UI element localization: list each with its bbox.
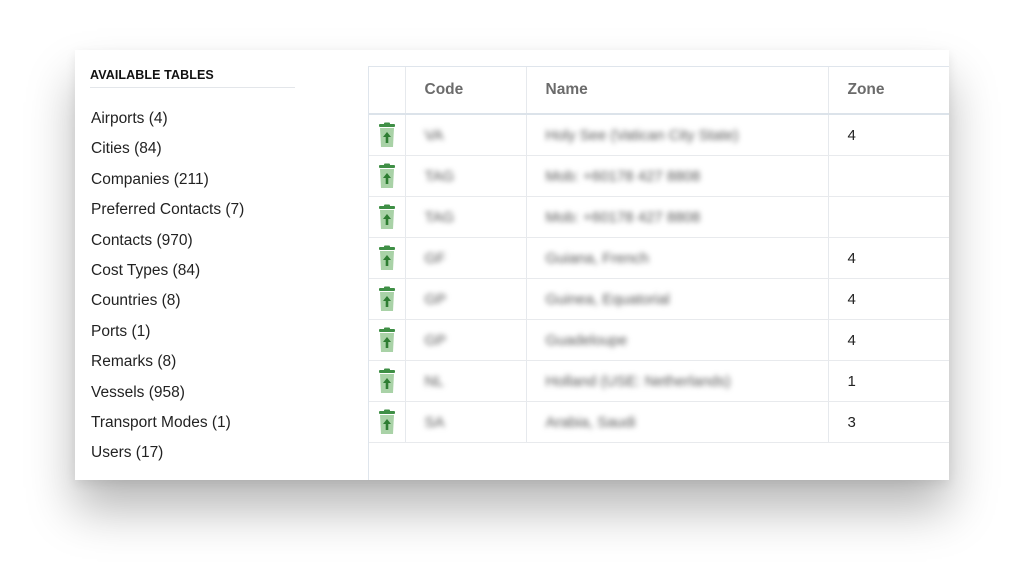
sidebar-item-table[interactable]: Contacts (970) <box>91 226 244 256</box>
zone-value: 4 <box>847 290 856 308</box>
cell-zone <box>828 155 949 197</box>
column-header-code[interactable]: Code <box>405 67 527 115</box>
table-row[interactable]: NL Holland (USE: Netherlands) 1 <box>369 360 949 402</box>
available-tables-sidebar: AVAILABLE TABLES Airports (4) Cities (84)… <box>75 50 368 480</box>
cell-zone: 4 <box>828 278 949 320</box>
column-header-zone[interactable]: Zone <box>828 67 949 115</box>
code-value: GP <box>424 290 447 308</box>
table-row[interactable]: SA Arabia, Saudi 3 <box>369 401 949 443</box>
name-value: Guadeloupe <box>545 331 628 349</box>
tables-panel: AVAILABLE TABLES Airports (4) Cities (84)… <box>75 50 949 480</box>
restore-trash-icon[interactable] <box>376 286 398 312</box>
row-action-cell <box>369 114 406 156</box>
restore-trash-icon[interactable] <box>376 409 398 435</box>
tables-list: Airports (4) Cities (84) Companies (211) Pr… <box>91 104 244 469</box>
cell-name: Mob: +60178 427 8808 <box>526 155 829 197</box>
records-table: Code Name Zone VA Holy See (Vatican City… <box>369 67 949 443</box>
row-action-cell <box>369 237 406 279</box>
table-row[interactable]: GF Guiana, French 4 <box>369 237 949 279</box>
code-value: SA <box>424 413 445 431</box>
data-grid: Code Name Zone VA Holy See (Vatican City… <box>368 66 949 480</box>
cell-code: TAG <box>405 196 527 238</box>
restore-trash-icon[interactable] <box>376 327 398 353</box>
sidebar-item-table[interactable]: Ports (1) <box>91 317 244 347</box>
row-action-cell <box>369 401 406 443</box>
table-row[interactable]: VA Holy See (Vatican City State) 4 <box>369 114 949 156</box>
sidebar-item-table[interactable]: Cities (84) <box>91 134 244 164</box>
cell-code: GF <box>405 237 527 279</box>
zone-value: 4 <box>847 331 856 349</box>
name-value: Arabia, Saudi <box>545 413 636 431</box>
name-value: Holland (USE: Netherlands) <box>545 372 731 390</box>
name-value: Mob: +60178 427 8808 <box>545 208 701 226</box>
table-row[interactable]: GP Guinea, Equatorial 4 <box>369 278 949 320</box>
table-row[interactable]: TAG Mob: +60178 427 8808 <box>369 196 949 238</box>
cell-code: NL <box>405 360 527 402</box>
cell-code: SA <box>405 401 527 443</box>
code-value: GP <box>424 331 447 349</box>
sidebar-item-table[interactable]: Remarks (8) <box>91 347 244 377</box>
cell-name: Guinea, Equatorial <box>526 278 829 320</box>
cell-code: GP <box>405 278 527 320</box>
column-header-actions <box>369 67 406 115</box>
row-action-cell <box>369 319 406 361</box>
cell-zone <box>828 196 949 238</box>
code-value: TAG <box>424 208 455 226</box>
zone-value: 4 <box>847 126 856 144</box>
row-action-cell <box>369 360 406 402</box>
sidebar-item-table[interactable]: Companies (211) <box>91 165 244 195</box>
code-value: TAG <box>424 167 455 185</box>
restore-trash-icon[interactable] <box>376 368 398 394</box>
cell-name: Arabia, Saudi <box>526 401 829 443</box>
column-header-name[interactable]: Name <box>526 67 829 115</box>
cell-code: VA <box>405 114 527 156</box>
sidebar-item-table[interactable]: Users (17) <box>91 438 244 468</box>
table-row[interactable]: GP Guadeloupe 4 <box>369 319 949 361</box>
sidebar-item-table[interactable]: Airports (4) <box>91 104 244 134</box>
name-value: Guiana, French <box>545 249 649 267</box>
restore-trash-icon[interactable] <box>376 245 398 271</box>
cell-zone: 1 <box>828 360 949 402</box>
cell-name: Mob: +60178 427 8808 <box>526 196 829 238</box>
cell-code: TAG <box>405 155 527 197</box>
restore-trash-icon[interactable] <box>376 163 398 189</box>
restore-trash-icon[interactable] <box>376 122 398 148</box>
sidebar-item-table[interactable]: Transport Modes (1) <box>91 408 244 438</box>
cell-zone: 3 <box>828 401 949 443</box>
cell-name: Holland (USE: Netherlands) <box>526 360 829 402</box>
row-action-cell <box>369 155 406 197</box>
name-value: Holy See (Vatican City State) <box>545 126 739 144</box>
cell-zone: 4 <box>828 319 949 361</box>
name-value: Guinea, Equatorial <box>545 290 670 308</box>
cell-name: Holy See (Vatican City State) <box>526 114 829 156</box>
sidebar-item-table[interactable]: Vessels (958) <box>91 378 244 408</box>
table-row[interactable]: TAG Mob: +60178 427 8808 <box>369 155 949 197</box>
zone-value: 1 <box>847 372 856 390</box>
sidebar-title: AVAILABLE TABLES <box>90 68 295 88</box>
sidebar-item-table[interactable]: Preferred Contacts (7) <box>91 195 244 225</box>
cell-name: Guadeloupe <box>526 319 829 361</box>
table-header-row: Code Name Zone <box>369 67 949 115</box>
code-value: NL <box>424 372 444 390</box>
cell-name: Guiana, French <box>526 237 829 279</box>
name-value: Mob: +60178 427 8808 <box>545 167 701 185</box>
cell-zone: 4 <box>828 114 949 156</box>
zone-value: 4 <box>847 249 856 267</box>
sidebar-item-table[interactable]: Cost Types (84) <box>91 256 244 286</box>
code-value: VA <box>424 126 444 144</box>
cell-code: GP <box>405 319 527 361</box>
sidebar-item-table[interactable]: Countries (8) <box>91 286 244 316</box>
zone-value: 3 <box>847 413 856 431</box>
row-action-cell <box>369 278 406 320</box>
cell-zone: 4 <box>828 237 949 279</box>
code-value: GF <box>424 249 446 267</box>
row-action-cell <box>369 196 406 238</box>
restore-trash-icon[interactable] <box>376 204 398 230</box>
